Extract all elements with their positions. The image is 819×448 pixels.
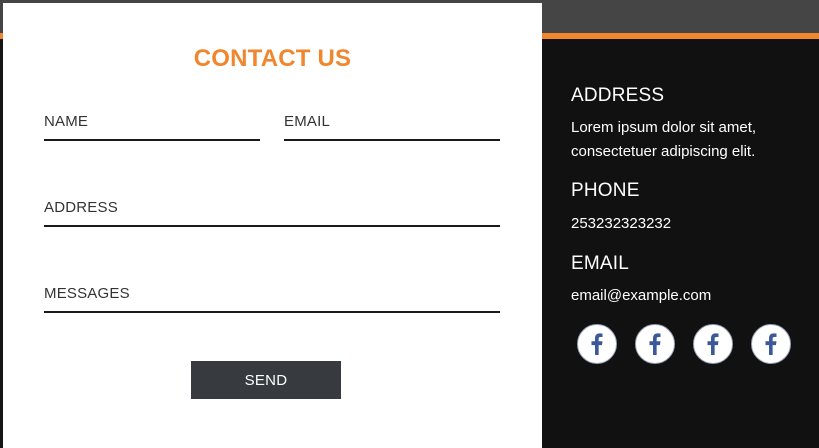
address-heading: ADDRESS bbox=[571, 85, 665, 106]
messages-input[interactable] bbox=[44, 285, 500, 311]
facebook-icon bbox=[591, 333, 603, 355]
facebook-icon bbox=[765, 333, 777, 355]
facebook-icon bbox=[707, 333, 719, 355]
address-field[interactable]: ADDRESS bbox=[44, 199, 500, 227]
send-button[interactable]: SEND bbox=[191, 361, 341, 399]
facebook-link-3[interactable] bbox=[693, 324, 733, 364]
contact-form: CONTACT US NAME EMAIL ADDRESS MESSAGES S… bbox=[3, 3, 542, 448]
email-field[interactable]: EMAIL bbox=[284, 113, 500, 141]
form-title: CONTACT US bbox=[193, 45, 352, 72]
address-input[interactable] bbox=[44, 199, 500, 225]
email-text: email@example.com bbox=[571, 287, 712, 304]
social-links bbox=[577, 324, 791, 364]
phone-text: 253232323232 bbox=[571, 215, 672, 232]
facebook-link-2[interactable] bbox=[635, 324, 675, 364]
name-field[interactable]: NAME bbox=[44, 113, 260, 141]
address-text: Lorem ipsum dolor sit amet, consectetuer… bbox=[571, 119, 757, 160]
name-input[interactable] bbox=[44, 113, 260, 139]
facebook-link-1[interactable] bbox=[577, 324, 617, 364]
facebook-icon bbox=[649, 333, 661, 355]
messages-field[interactable]: MESSAGES bbox=[44, 285, 500, 313]
email-heading: EMAIL bbox=[571, 253, 630, 274]
facebook-link-4[interactable] bbox=[751, 324, 791, 364]
email-input[interactable] bbox=[284, 113, 500, 139]
phone-heading: PHONE bbox=[571, 180, 640, 201]
